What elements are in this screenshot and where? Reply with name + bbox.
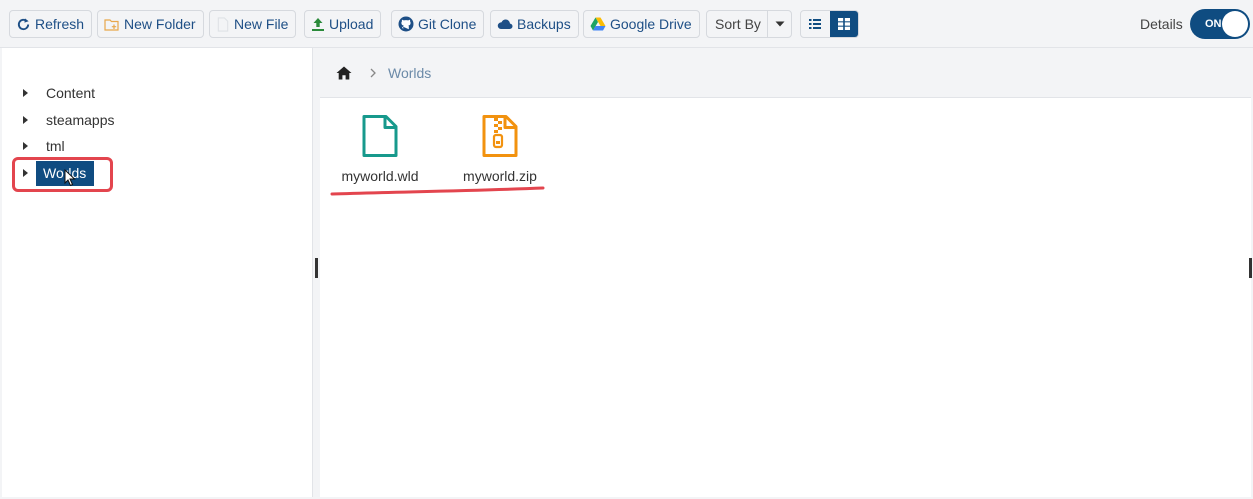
panel-splitter-handle[interactable]: [315, 258, 318, 278]
git-clone-label: Git Clone: [418, 16, 477, 32]
tree-item-label: Content: [46, 85, 96, 101]
details-toggle[interactable]: ON: [1190, 9, 1250, 39]
tree-item-steamapps[interactable]: steamapps: [2, 108, 119, 132]
file-name: myworld.zip: [463, 168, 537, 184]
new-file-label: New File: [234, 16, 289, 32]
caret-right-icon[interactable]: [23, 169, 28, 177]
github-icon: [398, 16, 414, 32]
sort-by-dropdown[interactable]: Sort By: [706, 10, 792, 38]
new-folder-button[interactable]: New Folder: [97, 10, 204, 38]
file-name: myworld.wld: [341, 168, 419, 184]
caret-right-icon[interactable]: [23, 89, 28, 97]
right-panel-handle[interactable]: [1249, 258, 1252, 278]
list-view-button[interactable]: [801, 11, 830, 37]
new-file-icon: [217, 16, 229, 32]
grid-view-icon: [837, 18, 850, 30]
file-view: Worlds myworld.wld myworld.zip: [320, 48, 1251, 497]
chevron-down-icon[interactable]: [767, 11, 791, 37]
caret-right-icon[interactable]: [23, 142, 28, 150]
upload-icon: [312, 17, 324, 31]
upload-label: Upload: [329, 16, 374, 32]
upload-button[interactable]: Upload: [304, 10, 382, 38]
zip-file-icon: [482, 115, 518, 157]
underline-annotation: [330, 186, 545, 196]
backups-button[interactable]: Backups: [490, 10, 579, 38]
list-view-icon: [809, 19, 822, 29]
file-item-myworld-zip[interactable]: myworld.zip: [445, 114, 555, 194]
file-item-myworld-wld[interactable]: myworld.wld: [325, 114, 435, 194]
view-mode-toggle: [800, 10, 859, 38]
refresh-button[interactable]: Refresh: [9, 10, 93, 38]
file-icon: [362, 115, 398, 157]
refresh-label: Refresh: [35, 16, 85, 32]
backups-label: Backups: [517, 16, 571, 32]
tree-item-tml[interactable]: tml: [2, 134, 70, 158]
chevron-right-icon: [370, 65, 376, 81]
home-icon[interactable]: [336, 66, 352, 80]
refresh-icon: [17, 17, 30, 30]
new-folder-icon: [104, 18, 119, 31]
tree-item-label: tml: [46, 138, 65, 154]
caret-right-icon[interactable]: [23, 116, 28, 124]
tree-item-worlds[interactable]: Worlds: [2, 160, 95, 186]
breadcrumb-current[interactable]: Worlds: [388, 65, 431, 81]
tree-item-content[interactable]: Content: [2, 81, 100, 105]
cloud-icon: [497, 19, 513, 29]
google-drive-icon: [590, 17, 606, 31]
sort-by-label: Sort By: [715, 16, 761, 32]
grid-view-button[interactable]: [829, 11, 858, 37]
google-drive-button[interactable]: Google Drive: [583, 10, 700, 38]
toggle-knob: [1222, 11, 1248, 37]
toggle-on-text: ON: [1205, 18, 1222, 30]
details-label: Details: [1140, 16, 1183, 32]
google-drive-label: Google Drive: [610, 16, 692, 32]
mouse-cursor-icon: [64, 169, 76, 187]
breadcrumb: Worlds: [320, 48, 1251, 98]
git-clone-button[interactable]: Git Clone: [391, 10, 485, 38]
new-folder-label: New Folder: [124, 16, 196, 32]
tree-item-label: steamapps: [46, 112, 115, 128]
folder-tree: Content steamapps tml Worlds: [2, 48, 313, 497]
new-file-button[interactable]: New File: [209, 10, 297, 38]
toolbar: Refresh New Folder New File Upload Git C…: [0, 0, 1253, 48]
